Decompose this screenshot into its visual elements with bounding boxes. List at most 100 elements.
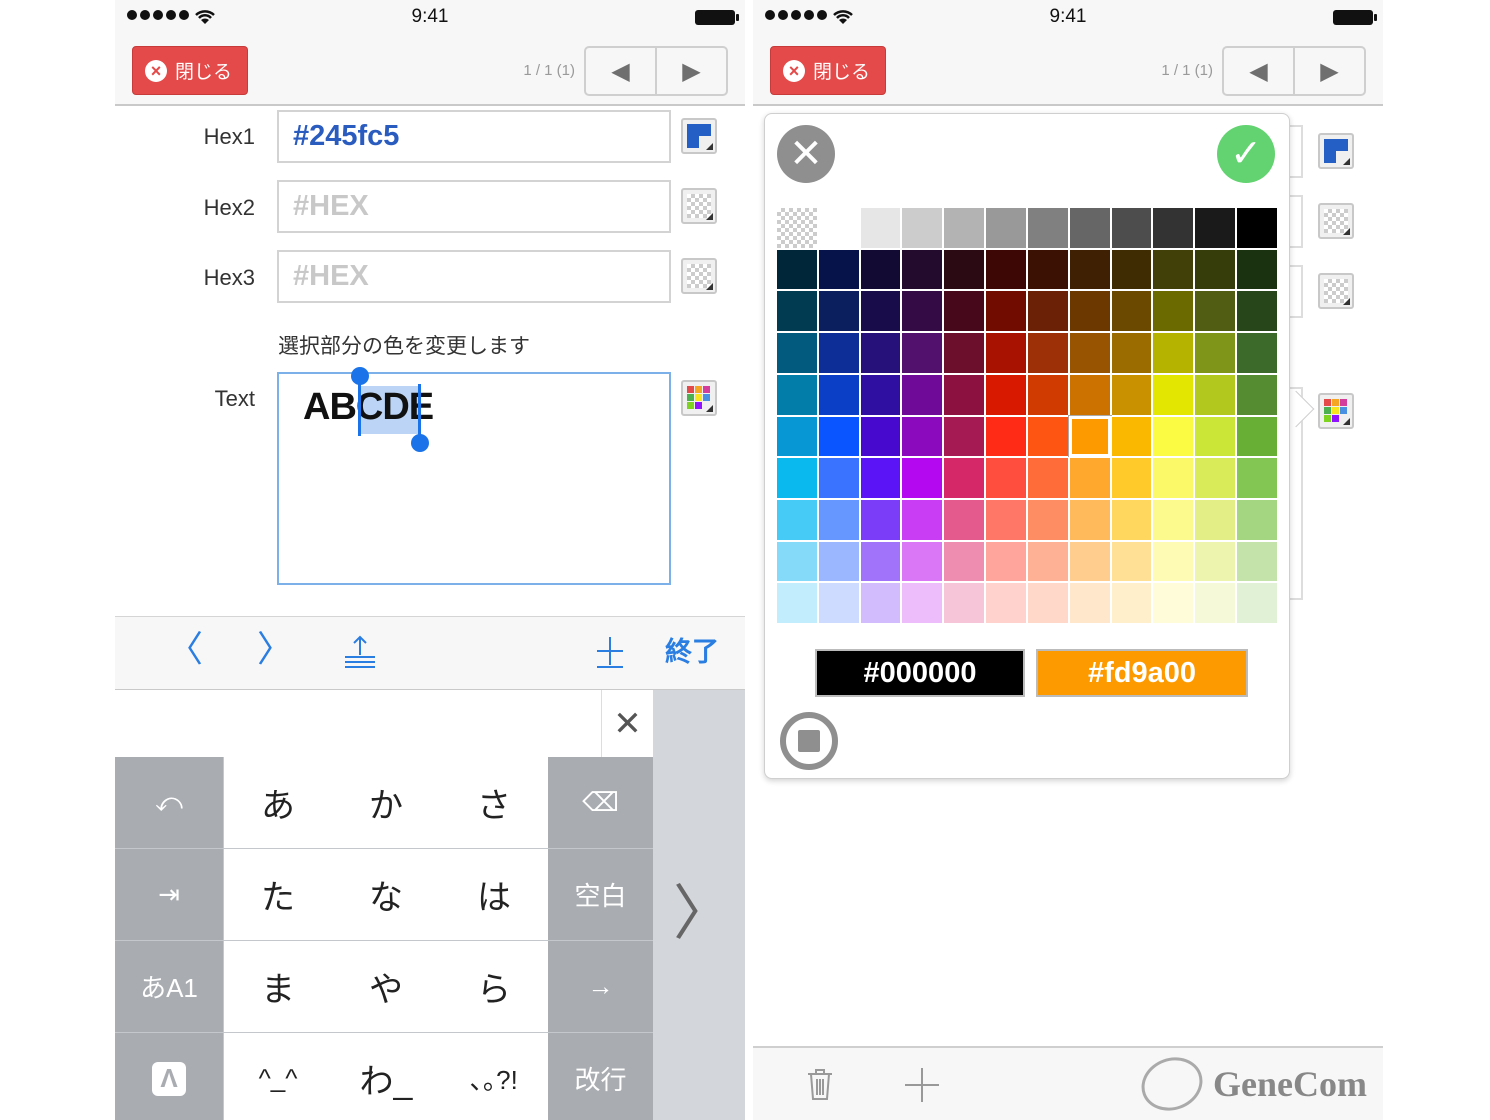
palette-swatch[interactable] bbox=[1236, 540, 1278, 583]
palette-swatch[interactable] bbox=[1152, 582, 1195, 624]
prev-field-icon[interactable]: 〈 bbox=[167, 631, 203, 667]
hex3-swatch-button[interactable] bbox=[1318, 273, 1354, 309]
palette-swatch[interactable] bbox=[1068, 457, 1111, 499]
palette-swatch[interactable] bbox=[943, 373, 986, 416]
palette-swatch[interactable] bbox=[1194, 540, 1237, 583]
palette-swatch[interactable] bbox=[1067, 414, 1112, 459]
palette-swatch[interactable] bbox=[901, 582, 944, 624]
palette-swatch[interactable] bbox=[1194, 248, 1237, 291]
palette-swatch[interactable] bbox=[1068, 207, 1111, 249]
palette-swatch[interactable] bbox=[817, 415, 860, 458]
hex3-field[interactable]: #HEX bbox=[277, 250, 671, 303]
palette-swatch[interactable] bbox=[1110, 498, 1153, 541]
current-color-value[interactable]: #fd9a00 bbox=[1036, 649, 1248, 697]
palette-swatch[interactable] bbox=[1026, 290, 1069, 333]
key-arrow-right[interactable]: → bbox=[548, 941, 653, 1032]
palette-swatch[interactable] bbox=[859, 415, 902, 458]
palette-swatch[interactable] bbox=[776, 457, 818, 499]
palette-swatch[interactable] bbox=[817, 540, 860, 583]
palette-swatch[interactable] bbox=[1194, 498, 1237, 541]
key-space[interactable]: 空白 bbox=[548, 849, 653, 940]
add-icon[interactable] bbox=[595, 635, 625, 669]
next-field-icon[interactable]: 〉 bbox=[257, 631, 293, 667]
key-backspace[interactable]: ⌫ bbox=[548, 757, 653, 848]
palette-swatch[interactable] bbox=[817, 248, 860, 291]
palette-swatch[interactable] bbox=[1152, 207, 1195, 249]
candidate-close-icon[interactable]: ✕ bbox=[601, 690, 653, 757]
selection-start-handle[interactable] bbox=[351, 367, 369, 385]
palette-swatch[interactable] bbox=[985, 332, 1027, 374]
palette-swatch[interactable] bbox=[859, 373, 902, 416]
confirm-icon[interactable]: ✓ bbox=[1217, 125, 1275, 183]
key-ha[interactable]: は bbox=[440, 849, 548, 940]
close-button[interactable]: × 閉じる bbox=[132, 46, 248, 95]
palette-swatch[interactable] bbox=[1068, 498, 1111, 541]
palette-swatch[interactable] bbox=[817, 582, 860, 624]
palette-swatch[interactable] bbox=[985, 248, 1027, 291]
done-button[interactable]: 終了 bbox=[665, 639, 719, 666]
selection-end-cursor[interactable] bbox=[418, 384, 421, 436]
palette-swatch[interactable] bbox=[943, 540, 986, 583]
palette-swatch[interactable] bbox=[1068, 540, 1111, 583]
palette-swatch[interactable] bbox=[943, 207, 986, 249]
palette-swatch[interactable] bbox=[817, 290, 860, 333]
key-ka[interactable]: か bbox=[332, 757, 440, 848]
add-icon[interactable] bbox=[903, 1066, 941, 1104]
palette-swatch[interactable] bbox=[1236, 332, 1278, 374]
palette-swatch[interactable] bbox=[943, 457, 986, 499]
palette-swatch[interactable] bbox=[1152, 415, 1195, 458]
text-color-button[interactable] bbox=[1318, 393, 1354, 429]
palette-swatch[interactable] bbox=[985, 457, 1027, 499]
palette-swatch[interactable] bbox=[1236, 248, 1278, 291]
palette-swatch[interactable] bbox=[901, 498, 944, 541]
palette-swatch[interactable] bbox=[943, 582, 986, 624]
palette-swatch[interactable] bbox=[1194, 332, 1237, 374]
palette-swatch[interactable] bbox=[817, 207, 860, 249]
palette-swatch[interactable] bbox=[1152, 540, 1195, 583]
palette-swatch[interactable] bbox=[1152, 498, 1195, 541]
palette-swatch[interactable] bbox=[1068, 290, 1111, 333]
dismiss-keyboard-icon[interactable] bbox=[343, 635, 377, 669]
palette-swatch[interactable] bbox=[1026, 457, 1069, 499]
palette-swatch[interactable] bbox=[859, 582, 902, 624]
trash-icon[interactable] bbox=[805, 1066, 835, 1102]
palette-swatch[interactable] bbox=[1236, 373, 1278, 416]
palette-swatch[interactable] bbox=[1110, 582, 1153, 624]
palette-swatch[interactable] bbox=[985, 498, 1027, 541]
palette-swatch[interactable] bbox=[901, 540, 944, 583]
palette-swatch[interactable] bbox=[985, 373, 1027, 416]
palette-swatch[interactable] bbox=[776, 373, 818, 416]
palette-swatch[interactable] bbox=[901, 457, 944, 499]
palette-swatch[interactable] bbox=[1110, 290, 1153, 333]
palette-swatch[interactable] bbox=[1236, 582, 1278, 624]
text-editor[interactable]: ABCDE bbox=[277, 367, 671, 585]
key-na[interactable]: な bbox=[332, 849, 440, 940]
hex2-swatch-button[interactable] bbox=[681, 188, 717, 224]
palette-swatch[interactable] bbox=[1110, 207, 1153, 249]
palette-swatch[interactable] bbox=[859, 207, 902, 249]
palette-swatch[interactable] bbox=[1026, 582, 1069, 624]
palette-swatch[interactable] bbox=[1026, 498, 1069, 541]
hex3-swatch-button[interactable] bbox=[681, 258, 717, 294]
previous-color-value[interactable]: #000000 bbox=[815, 649, 1025, 697]
palette-swatch[interactable] bbox=[1194, 207, 1237, 249]
key-sa[interactable]: さ bbox=[440, 757, 548, 848]
palette-swatch[interactable] bbox=[985, 415, 1027, 458]
palette-swatch[interactable] bbox=[776, 207, 818, 249]
key-a[interactable]: あ bbox=[224, 757, 332, 848]
selection-start-cursor[interactable] bbox=[358, 384, 361, 436]
palette-swatch[interactable] bbox=[943, 498, 986, 541]
key-return[interactable]: 改行 bbox=[548, 1033, 653, 1120]
palette-swatch[interactable] bbox=[1026, 373, 1069, 416]
text-color-button[interactable] bbox=[681, 380, 717, 416]
palette-swatch[interactable] bbox=[776, 582, 818, 624]
palette-swatch[interactable] bbox=[1110, 332, 1153, 374]
palette-swatch[interactable] bbox=[1068, 332, 1111, 374]
palette-swatch[interactable] bbox=[817, 332, 860, 374]
palette-swatch[interactable] bbox=[1152, 373, 1195, 416]
palette-swatch[interactable] bbox=[817, 373, 860, 416]
hex2-field[interactable]: #HEX bbox=[277, 180, 671, 233]
palette-swatch[interactable] bbox=[1110, 540, 1153, 583]
palette-swatch[interactable] bbox=[1026, 207, 1069, 249]
key-keyboard-switch[interactable]: Λ bbox=[115, 1033, 223, 1120]
